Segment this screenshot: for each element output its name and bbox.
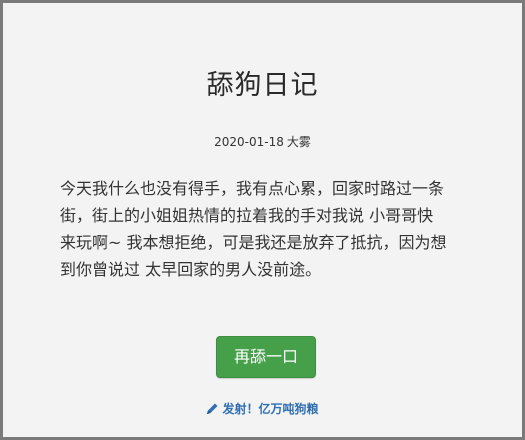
share-link[interactable]: 发射！亿万吨狗粮	[3, 400, 522, 418]
content-line: 街，街上的小姐姐热情的拉着我的手对我说 小哥哥快	[60, 206, 434, 225]
diary-date: 2020-01-18	[214, 135, 284, 149]
diary-weather: 大雾	[286, 135, 311, 149]
share-link-label: 发射！亿万吨狗粮	[222, 402, 319, 416]
lick-again-button[interactable]: 再舔一口	[216, 336, 316, 378]
diary-content: 今天我什么也没有得手，我有点心累，回家时路过一条 街，街上的小姐姐热情的拉着我的…	[60, 175, 480, 283]
page-title: 舔狗日记	[206, 70, 319, 101]
content-line: 今天我什么也没有得手，我有点心累，回家时路过一条	[60, 179, 445, 198]
content-line: 到你曾说过 太早回家的男人没前途。	[60, 260, 322, 279]
pencil-icon	[206, 402, 219, 418]
diary-window: 舔狗日记 2020-01-18 大雾 今天我什么也没有得手，我有点心累，回家时路过…	[0, 0, 525, 440]
diary-meta: 2020-01-18 大雾	[3, 133, 522, 150]
content-line: 来玩啊~ 我本想拒绝，可是我还是放弃了抵抗，因为想	[60, 233, 447, 252]
